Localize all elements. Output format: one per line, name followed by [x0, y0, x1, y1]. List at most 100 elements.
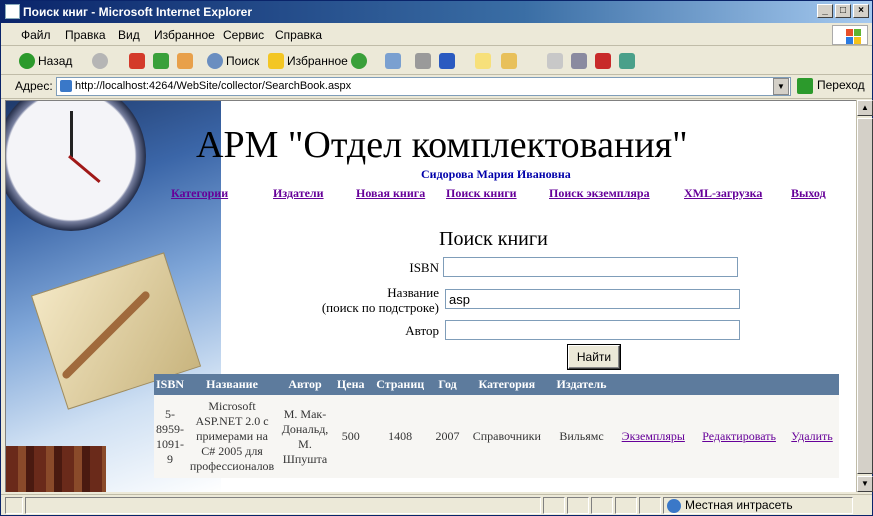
col-actions-1 — [613, 374, 694, 395]
menu-bar: Файл Правка Вид Избранное Сервис Справка — [1, 24, 872, 46]
minimize-button[interactable]: _ — [817, 4, 833, 18]
author-label: Автор — [405, 323, 439, 338]
status-cell — [639, 497, 661, 514]
page-content: АРМ "Отдел комплектования" Сидорова Мари… — [5, 100, 856, 492]
ie-window-icon — [5, 4, 20, 19]
scroll-thumb[interactable] — [857, 118, 873, 474]
go-label: Переход — [817, 78, 865, 93]
page-title: АРМ "Отдел комплектования" — [196, 124, 688, 166]
history-icon[interactable] — [351, 53, 367, 69]
status-text-cell — [25, 497, 541, 514]
refresh-icon[interactable] — [153, 53, 169, 69]
notes-icon[interactable] — [501, 53, 517, 69]
windows-logo-icon — [832, 25, 868, 45]
search-button[interactable]: Поиск — [226, 54, 259, 68]
page-icon — [60, 80, 72, 92]
user-name: Сидорова Мария Ивановна — [421, 167, 571, 181]
window-title: Поиск книг - Microsoft Internet Explorer — [23, 5, 252, 19]
title-input[interactable] — [445, 289, 740, 309]
nav-search-book[interactable]: Поиск книги — [446, 186, 517, 201]
menu-help[interactable]: Справка — [275, 28, 322, 42]
table-row: 5-8959-1091-9 Microsoft ASP.NET 2.0 с пр… — [154, 395, 839, 478]
address-input[interactable]: http://localhost:4264/WebSite/collector/… — [56, 77, 791, 96]
col-price[interactable]: Цена — [332, 374, 370, 395]
scroll-up-icon[interactable]: ▲ — [857, 100, 873, 116]
stop-icon[interactable] — [129, 53, 145, 69]
col-actions-2 — [693, 374, 786, 395]
block-icon[interactable] — [595, 53, 611, 69]
address-bar: Адрес: http://localhost:4264/WebSite/col… — [1, 75, 872, 99]
toolbar: Назад Поиск Избранное — [1, 47, 872, 75]
menu-view[interactable]: Вид — [118, 28, 140, 42]
table-header-row: ISBN Название Автор Цена Страниц Год Кат… — [154, 374, 839, 395]
status-bar: Местная интрасеть — [1, 494, 872, 515]
title-hint-label: (поиск по подстроке) — [321, 300, 439, 315]
isbn-label: ISBN — [409, 260, 439, 275]
col-title[interactable]: Название — [186, 374, 279, 395]
nav-search-copy[interactable]: Поиск экземпляра — [549, 186, 650, 201]
title-label: Название — [387, 285, 439, 300]
status-zone-label: Местная интрасеть — [685, 498, 793, 512]
status-page-icon — [5, 497, 23, 514]
isbn-input[interactable] — [443, 257, 738, 277]
address-label: Адрес: — [15, 79, 53, 93]
col-pages[interactable]: Страниц — [369, 374, 431, 395]
address-url[interactable]: http://localhost:4264/WebSite/collector/… — [75, 80, 351, 92]
nav-publishers[interactable]: Издатели — [273, 186, 324, 201]
browser-window: Поиск книг - Microsoft Internet Explorer… — [0, 0, 873, 516]
edit-link[interactable]: Редактировать — [702, 429, 776, 443]
favorites-star-icon[interactable] — [268, 53, 284, 69]
search-form-title: Поиск книги — [439, 228, 548, 250]
cell-title: Microsoft ASP.NET 2.0 с примерами на C# … — [186, 395, 279, 478]
back-arrow-icon[interactable] — [19, 53, 35, 69]
word-edit-icon[interactable] — [439, 53, 455, 69]
status-cell — [543, 497, 565, 514]
vertical-scrollbar[interactable]: ▲ ▼ — [856, 100, 873, 492]
maximize-button[interactable]: □ — [835, 4, 851, 18]
search-submit-button[interactable]: Найти — [567, 344, 621, 370]
cell-year: 2007 — [430, 395, 465, 478]
tool-icon[interactable] — [571, 53, 587, 69]
books-image — [6, 446, 106, 492]
author-input[interactable] — [445, 320, 740, 340]
col-category[interactable]: Категория — [464, 374, 550, 395]
nav-xml-upload[interactable]: XML-загрузка — [684, 186, 762, 201]
go-button[interactable]: Переход — [797, 78, 865, 94]
k-icon[interactable] — [547, 53, 563, 69]
col-author[interactable]: Автор — [278, 374, 333, 395]
title-bar: Поиск книг - Microsoft Internet Explorer… — [1, 1, 872, 23]
nav-new-book[interactable]: Новая книга — [356, 186, 425, 201]
menu-edit[interactable]: Правка — [65, 28, 106, 42]
go-arrow-icon — [797, 78, 813, 94]
favorites-button[interactable]: Избранное — [287, 54, 348, 68]
mail-icon[interactable] — [385, 53, 401, 69]
print-icon[interactable] — [415, 53, 431, 69]
col-year[interactable]: Год — [430, 374, 465, 395]
menu-favorites[interactable]: Избранное — [154, 28, 215, 42]
menu-file[interactable]: Файл — [21, 28, 51, 42]
status-cell — [591, 497, 613, 514]
close-button[interactable]: × — [853, 4, 869, 18]
forward-arrow-icon[interactable] — [92, 53, 108, 69]
col-publisher[interactable]: Издатель — [549, 374, 614, 395]
menu-tools[interactable]: Сервис — [223, 28, 264, 42]
address-dropdown-icon[interactable]: ▼ — [773, 78, 789, 95]
home-icon[interactable] — [177, 53, 193, 69]
clock-image — [6, 101, 146, 231]
cell-pages: 1408 — [369, 395, 431, 478]
scroll-down-icon[interactable]: ▼ — [857, 476, 873, 492]
cell-price: 500 — [332, 395, 370, 478]
folder-icon[interactable] — [475, 53, 491, 69]
back-button[interactable]: Назад — [38, 54, 72, 68]
cell-author: М. Мак-Дональд, М. Шпушта — [278, 395, 333, 478]
delete-link[interactable]: Удалить — [791, 429, 832, 443]
cell-isbn: 5-8959-1091-9 — [154, 395, 187, 478]
search-icon[interactable] — [207, 53, 223, 69]
copies-link[interactable]: Экземпляры — [622, 429, 685, 443]
cell-category: Справочники — [464, 395, 550, 478]
nav-categories[interactable]: Категории — [171, 186, 228, 201]
nav-exit[interactable]: Выход — [791, 186, 826, 201]
status-zone: Местная интрасеть — [667, 498, 793, 513]
col-isbn[interactable]: ISBN — [154, 374, 187, 395]
messenger-icon[interactable] — [619, 53, 635, 69]
